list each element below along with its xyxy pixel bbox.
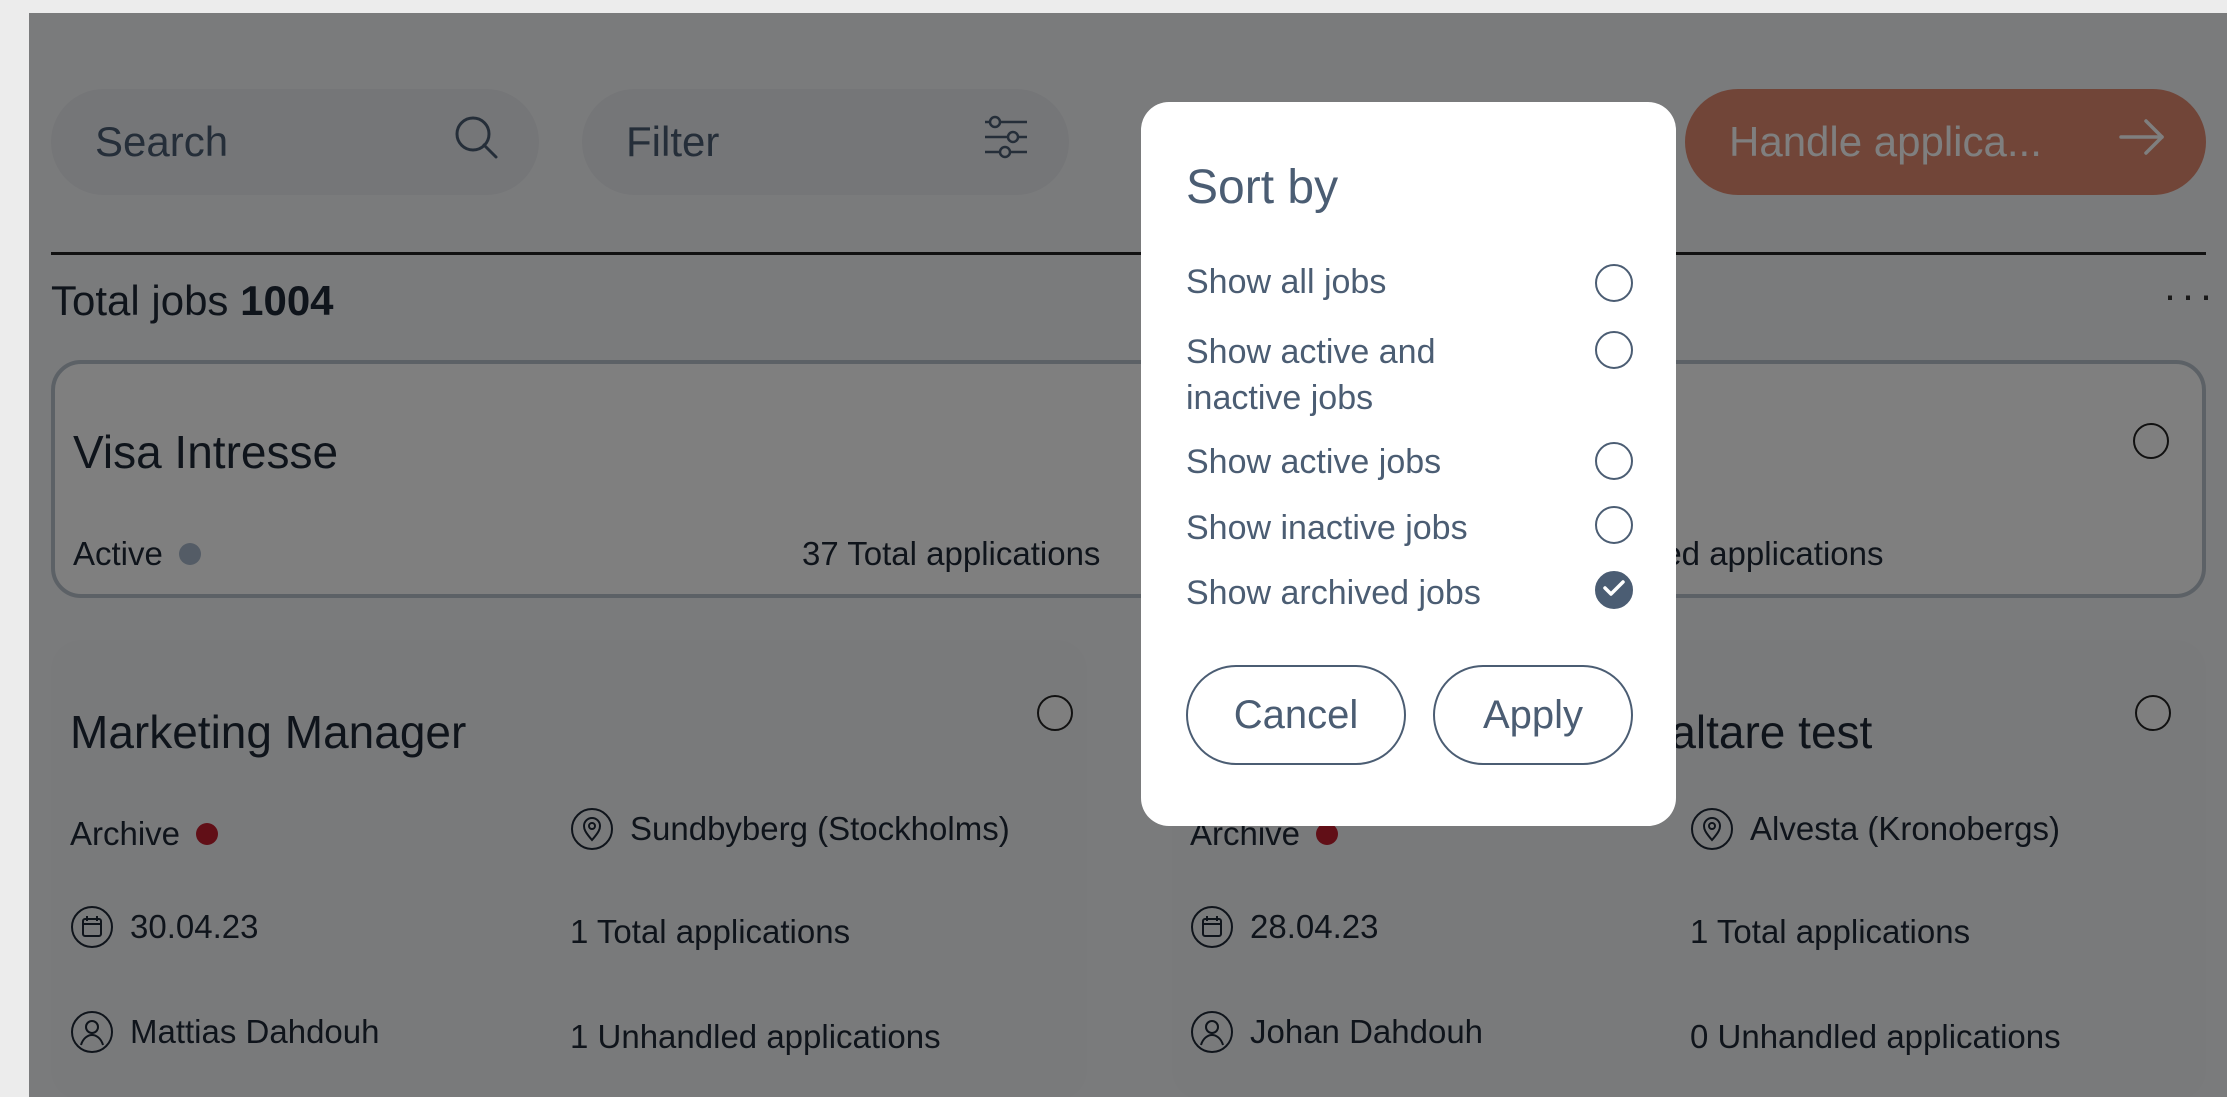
radio-show-active-inactive-jobs[interactable] [1595, 331, 1633, 369]
sort-by-dialog: Sort by Show all jobs Show active and in… [1141, 102, 1676, 826]
option-label-active-inactive: Show active and inactive jobs [1186, 333, 1436, 417]
radio-show-archived-jobs[interactable] [1595, 571, 1633, 609]
radio-show-inactive-jobs[interactable] [1595, 506, 1633, 544]
radio-show-all-jobs[interactable] [1595, 264, 1633, 302]
option-label-archived: Show archived jobs [1186, 574, 1481, 612]
check-icon [1603, 579, 1625, 602]
modal-backdrop[interactable] [29, 13, 2227, 1097]
apply-button[interactable]: Apply [1433, 665, 1633, 765]
option-label-all: Show all jobs [1186, 263, 1387, 301]
dialog-title: Sort by [1186, 161, 1339, 214]
app-window: Search Filter Handle applica... Total jo… [29, 13, 2227, 1097]
option-label-inactive: Show inactive jobs [1186, 509, 1468, 547]
cancel-button[interactable]: Cancel [1186, 665, 1406, 765]
radio-show-active-jobs[interactable] [1595, 442, 1633, 480]
option-label-active: Show active jobs [1186, 443, 1442, 481]
